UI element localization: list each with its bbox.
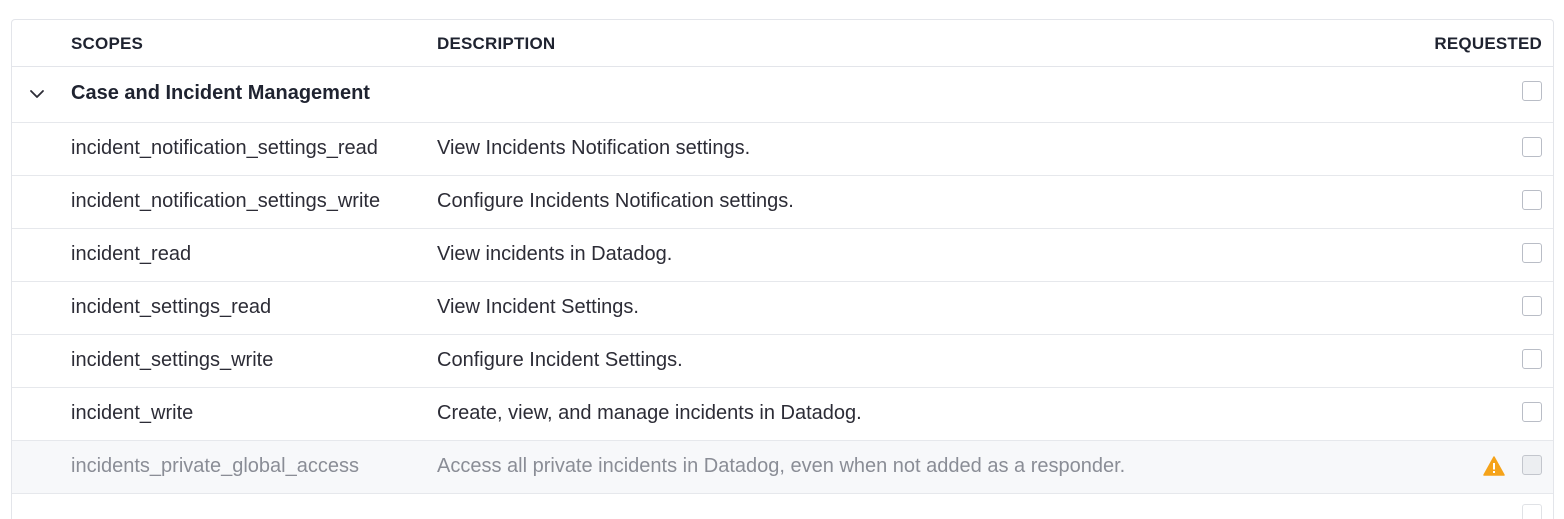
table-row: incident_settings_write Configure Inciden… [12, 335, 1553, 388]
scope-description: View incidents in Datadog. [437, 243, 673, 265]
scope-name: incident_settings_read [71, 296, 272, 318]
scope-description: Create, view, and manage incidents in Da… [437, 402, 862, 424]
scopes-table: SCOPES DESCRIPTION REQUESTED Case and In… [11, 19, 1554, 519]
requested-checkbox [1522, 455, 1542, 475]
table-row: incident_notification_settings_write Conf… [12, 176, 1553, 229]
scope-description: Configure Incidents Notification setting… [437, 190, 794, 212]
chevron-down-icon[interactable] [27, 84, 47, 104]
requested-checkbox[interactable] [1522, 243, 1542, 263]
requested-checkbox[interactable] [1522, 349, 1542, 369]
table-row-partial [12, 494, 1553, 519]
scope-name: incident_notification_settings_write [71, 190, 381, 212]
scope-description: View Incident Settings. [437, 296, 639, 318]
table-row: incidents_private_global_access Access al… [12, 441, 1553, 494]
table-row: incident_write Create, view, and manage i… [12, 388, 1553, 441]
group-row-case-and-incident-management[interactable]: Case and Incident Management [12, 67, 1553, 123]
scope-description: Access all private incidents in Datadog,… [437, 455, 1126, 477]
scope-name: incident_read [71, 243, 192, 265]
requested-checkbox[interactable] [1522, 190, 1542, 210]
group-requested-checkbox[interactable] [1522, 81, 1542, 101]
scope-name: incidents_private_global_access [71, 455, 359, 477]
header-description: DESCRIPTION [437, 34, 556, 53]
warning-icon [1483, 456, 1505, 476]
header-scopes: SCOPES [71, 34, 144, 53]
table-row: incident_settings_read View Incident Sett… [12, 282, 1553, 335]
table-row: incident_read View incidents in Datadog. [12, 229, 1553, 282]
group-label: Case and Incident Management [71, 82, 370, 104]
scope-description: View Incidents Notification settings. [437, 137, 751, 159]
scope-name: incident_settings_write [71, 349, 274, 371]
scope-description: Configure Incident Settings. [437, 349, 683, 371]
requested-checkbox[interactable] [1522, 402, 1542, 422]
table-row: incident_notification_settings_read View … [12, 123, 1553, 176]
requested-checkbox[interactable] [1522, 137, 1542, 157]
table-header: SCOPES DESCRIPTION REQUESTED [12, 20, 1553, 67]
requested-checkbox[interactable] [1522, 504, 1542, 519]
requested-checkbox[interactable] [1522, 296, 1542, 316]
scope-name: incident_write [71, 402, 194, 424]
scope-name: incident_notification_settings_read [71, 137, 378, 159]
header-requested: REQUESTED [1434, 34, 1542, 53]
